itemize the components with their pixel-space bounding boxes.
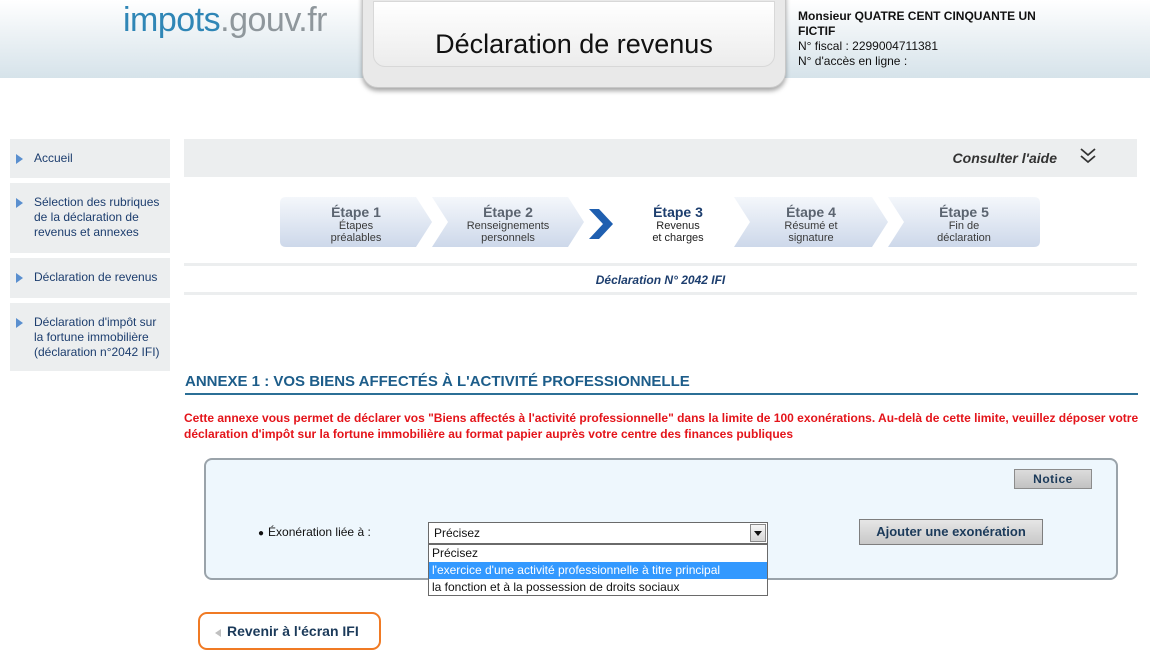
logo-part-domain: .gouv.fr <box>220 1 328 39</box>
sidebar-item-declaration-ifi[interactable]: Déclaration d'impôt sur la fortune immob… <box>10 303 170 371</box>
back-to-ifi-label: Revenir à l'écran IFI <box>227 623 359 639</box>
sidebar-item-selection-rubriques[interactable]: Sélection des rubriques de la déclaratio… <box>10 183 170 253</box>
triangle-right-icon <box>16 198 23 208</box>
page-title-tab: Déclaration de revenus <box>362 0 786 88</box>
help-bar: Consulter l'aide <box>184 139 1137 177</box>
sidebar-item-label: Accueil <box>34 151 73 165</box>
double-chevron-down-icon[interactable] <box>1079 146 1097 166</box>
exoneration-options-list: Précisez l'exercice d'une activité profe… <box>428 544 768 596</box>
back-to-ifi-button[interactable]: Revenir à l'écran IFI <box>198 612 381 650</box>
user-info: Monsieur QUATRE CENT CINQUANTE UN FICTIF… <box>798 9 1048 69</box>
step-line: personnels <box>481 232 535 244</box>
step-line: signature <box>788 232 834 244</box>
step-title: Étape 1 <box>331 204 381 220</box>
dropdown-option[interactable]: la fonction et à la possession de droits… <box>429 579 767 596</box>
step-line: Étapes <box>338 220 374 232</box>
step-1: Étape 1 Étapes préalables <box>280 197 432 247</box>
sidebar: Accueil Sélection des rubriques de la dé… <box>10 139 170 376</box>
sidebar-item-accueil[interactable]: Accueil <box>10 139 170 178</box>
step-line: déclaration <box>937 232 991 244</box>
dropdown-arrow-icon[interactable] <box>750 524 766 542</box>
arrow-left-icon <box>215 629 221 637</box>
step-line: Revenus <box>656 220 700 232</box>
sidebar-item-label: Déclaration de revenus <box>34 270 158 284</box>
step-title: Étape 2 <box>483 204 533 220</box>
step-line: Fin de <box>948 220 980 232</box>
page-title: Déclaration de revenus <box>435 29 713 59</box>
current-step-arrow-icon <box>589 209 613 239</box>
step-3: Étape 3 Revenus et charges <box>613 197 743 247</box>
logo-part-impots: impots <box>123 1 221 39</box>
step-title: Étape 5 <box>939 204 989 220</box>
help-link[interactable]: Consulter l'aide <box>953 150 1057 166</box>
access-number: N° d'accès en ligne : <box>798 54 908 68</box>
step-title: Étape 4 <box>786 204 836 220</box>
step-line: Renseignements <box>466 220 550 232</box>
dropdown-option[interactable]: Précisez <box>429 545 767 562</box>
add-exoneration-button[interactable]: Ajouter une exonération <box>859 519 1043 545</box>
triangle-right-icon <box>16 318 23 328</box>
step-5: Étape 5 Fin de déclaration <box>888 197 1040 247</box>
fiscal-number: N° fiscal : 2299004711381 <box>798 39 939 53</box>
triangle-right-icon <box>16 273 23 283</box>
exoneration-label: Éxonération liée à : <box>268 525 371 539</box>
declaration-bar: Déclaration N° 2042 IFI <box>184 263 1137 295</box>
triangle-right-icon <box>16 154 23 164</box>
dropdown-option-highlighted[interactable]: l'exercice d'une activité professionnell… <box>429 562 767 579</box>
page-title-inner: Déclaration de revenus <box>373 1 775 67</box>
sidebar-item-declaration-revenus[interactable]: Déclaration de revenus <box>10 258 170 298</box>
step-line: préalables <box>330 232 382 244</box>
bullet-icon: ● <box>258 528 265 539</box>
annex-warning: Cette annexe vous permet de déclarer vos… <box>184 411 1139 441</box>
declaration-label: Déclaration N° 2042 IFI <box>595 273 726 287</box>
annex-title: ANNEXE 1 : VOS BIENS AFFECTÉS À L'ACTIVI… <box>185 373 1138 395</box>
sidebar-item-label: Sélection des rubriques de la déclaratio… <box>34 195 160 239</box>
exoneration-label-row: ● Éxonération liée à : <box>258 525 371 539</box>
sidebar-item-label: Déclaration d'impôt sur la fortune immob… <box>34 315 160 359</box>
step-progress: Étape 1 Étapes préalables Étape 2 Renseigne… <box>280 197 1050 247</box>
step-title: Étape 3 <box>653 204 703 220</box>
notice-button[interactable]: Notice <box>1014 469 1092 489</box>
step-4: Étape 4 Résumé et signature <box>734 197 888 247</box>
step-line: Résumé et <box>784 220 838 232</box>
exoneration-select[interactable]: Précisez <box>428 522 768 544</box>
user-name: Monsieur QUATRE CENT CINQUANTE UN FICTIF <box>798 9 1036 38</box>
exoneration-select-value: Précisez <box>434 526 481 540</box>
step-line: et charges <box>652 232 704 244</box>
step-2: Étape 2 Renseignements personnels <box>432 197 584 247</box>
logo[interactable]: impots.gouv.fr <box>123 0 328 40</box>
